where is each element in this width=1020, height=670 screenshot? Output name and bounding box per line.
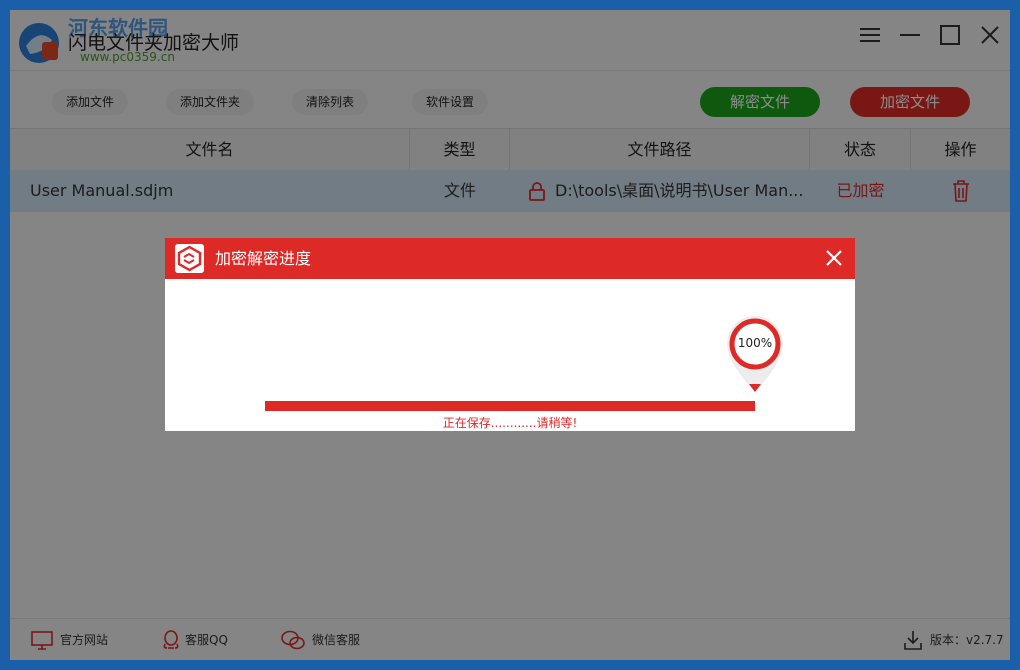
progress-percent: 100% [737,336,773,350]
dialog-close-icon[interactable] [823,247,845,269]
progress-dialog: 加密解密进度 100% 正在保存............请稍等! [165,238,855,431]
dialog-header: 加密解密进度 [165,238,855,279]
progress-pin-icon [727,316,783,392]
dialog-title: 加密解密进度 [215,249,312,268]
shield-logo-icon [175,244,204,273]
progress-bar [265,401,755,411]
progress-status: 正在保存............请稍等! [442,416,578,430]
